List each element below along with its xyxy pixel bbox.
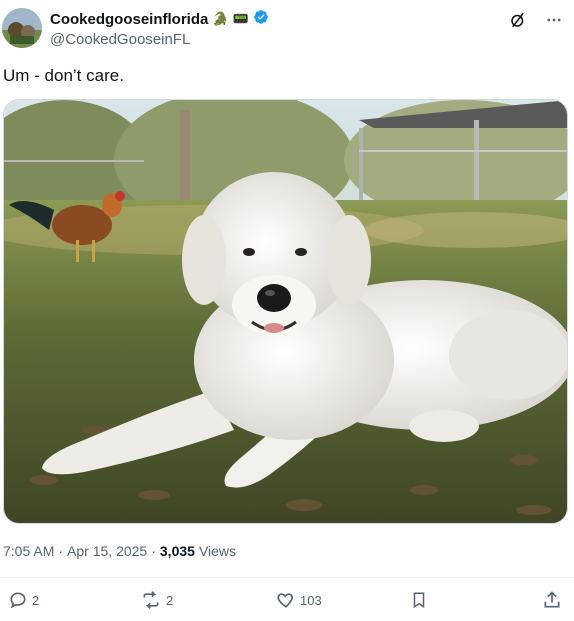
display-name[interactable]: Cookedgooseinflorida [50, 11, 208, 28]
bookmark-button[interactable] [410, 590, 428, 610]
repost-button[interactable]: 2 [140, 590, 173, 610]
action-bar: 2 2 103 [0, 590, 574, 616]
verified-badge-icon[interactable] [253, 9, 269, 30]
tweet-time[interactable]: 7:05 AM [3, 543, 54, 559]
views-label: Views [198, 543, 237, 559]
reply-count: 2 [32, 592, 40, 608]
heart-icon [277, 593, 293, 608]
tweet-meta: 7:05 AM · Apr 15, 2025 · 3,035 Views [3, 543, 236, 559]
bookmark-icon [413, 592, 425, 609]
meta-separator: · [151, 543, 156, 559]
more-icon[interactable] [544, 10, 564, 30]
share-icon [544, 591, 560, 608]
divider [0, 577, 574, 578]
user-handle[interactable]: @CookedGooseinFL [50, 31, 269, 48]
repost-icon [143, 591, 159, 609]
crocodile-emoji-icon: 🐊 [212, 11, 229, 26]
tweet-text: Um - don’t care. [3, 66, 124, 85]
like-count: 103 [300, 592, 322, 608]
grok-icon[interactable] [508, 10, 528, 30]
like-button[interactable]: 103 [276, 590, 322, 610]
tweet-header: Cookedgooseinflorida 🐊 📟 @CookedGooseinF… [0, 0, 574, 56]
avatar[interactable] [2, 8, 42, 48]
views-count: 3,035 [159, 543, 195, 559]
share-button[interactable] [542, 590, 562, 610]
meta-separator: · [58, 543, 64, 559]
tweet-date[interactable]: Apr 15, 2025 [67, 543, 147, 559]
reply-icon [10, 592, 26, 609]
pager-emoji-icon: 📟 [232, 11, 249, 26]
reply-button[interactable]: 2 [8, 590, 39, 610]
repost-count: 2 [166, 592, 174, 608]
tweet-photo[interactable] [3, 99, 568, 524]
